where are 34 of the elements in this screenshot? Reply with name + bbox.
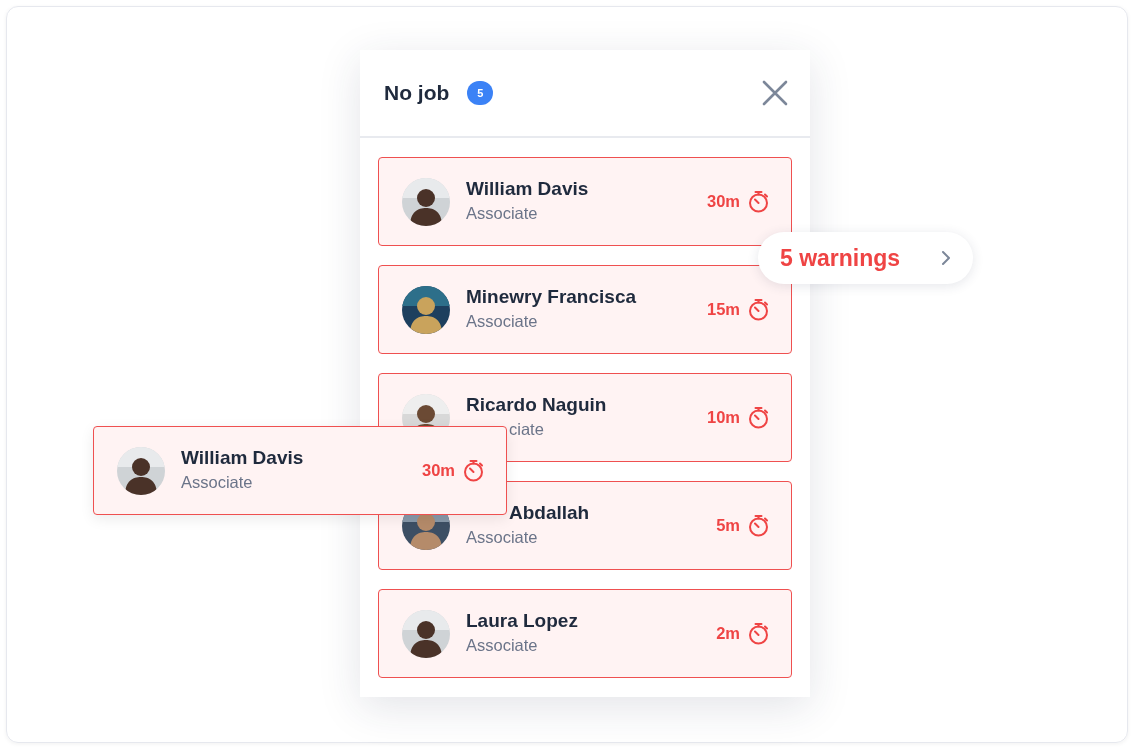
stopwatch-icon (748, 622, 769, 645)
worker-role: ciate (509, 419, 544, 441)
drag-preview-popup[interactable]: William Davis Associate 30m (93, 426, 507, 515)
stopwatch-icon (748, 406, 769, 429)
close-icon (762, 80, 788, 106)
idle-time: 15m (706, 299, 740, 321)
idle-time: 2m (716, 623, 740, 645)
warnings-button[interactable]: 5 warnings (758, 232, 973, 284)
stopwatch-icon (748, 514, 769, 537)
panel-title: No job (384, 80, 450, 107)
worker-role: Associate (466, 203, 538, 225)
idle-time: 30m (421, 460, 455, 482)
chevron-right-icon (941, 250, 951, 266)
worker-card[interactable]: William Davis Associate 30m (378, 157, 792, 246)
worker-role: Associate (466, 311, 538, 333)
worker-role: Associate (466, 527, 538, 549)
worker-name: William Davis (181, 447, 304, 471)
count-badge: 5 (467, 81, 494, 105)
stopwatch-icon (748, 298, 769, 321)
worker-role: Associate (181, 472, 253, 494)
worker-name: William Davis (466, 178, 589, 202)
worker-name: Laura Lopez (466, 610, 578, 634)
idle-time: 5m (716, 515, 740, 537)
stopwatch-icon (463, 459, 484, 482)
idle-time: 10m (706, 407, 740, 429)
worker-role: Associate (466, 635, 538, 657)
stopwatch-icon (748, 190, 769, 213)
close-button[interactable] (760, 78, 790, 108)
worker-card[interactable]: Minewry Francisca Associate 15m (378, 265, 792, 354)
worker-card[interactable]: Laura Lopez Associate 2m (378, 589, 792, 678)
idle-time: 30m (706, 191, 740, 213)
worker-name: Ricardo Naguin (466, 394, 607, 418)
worker-name: Abdallah (509, 502, 590, 526)
worker-name: Minewry Francisca (466, 286, 637, 310)
